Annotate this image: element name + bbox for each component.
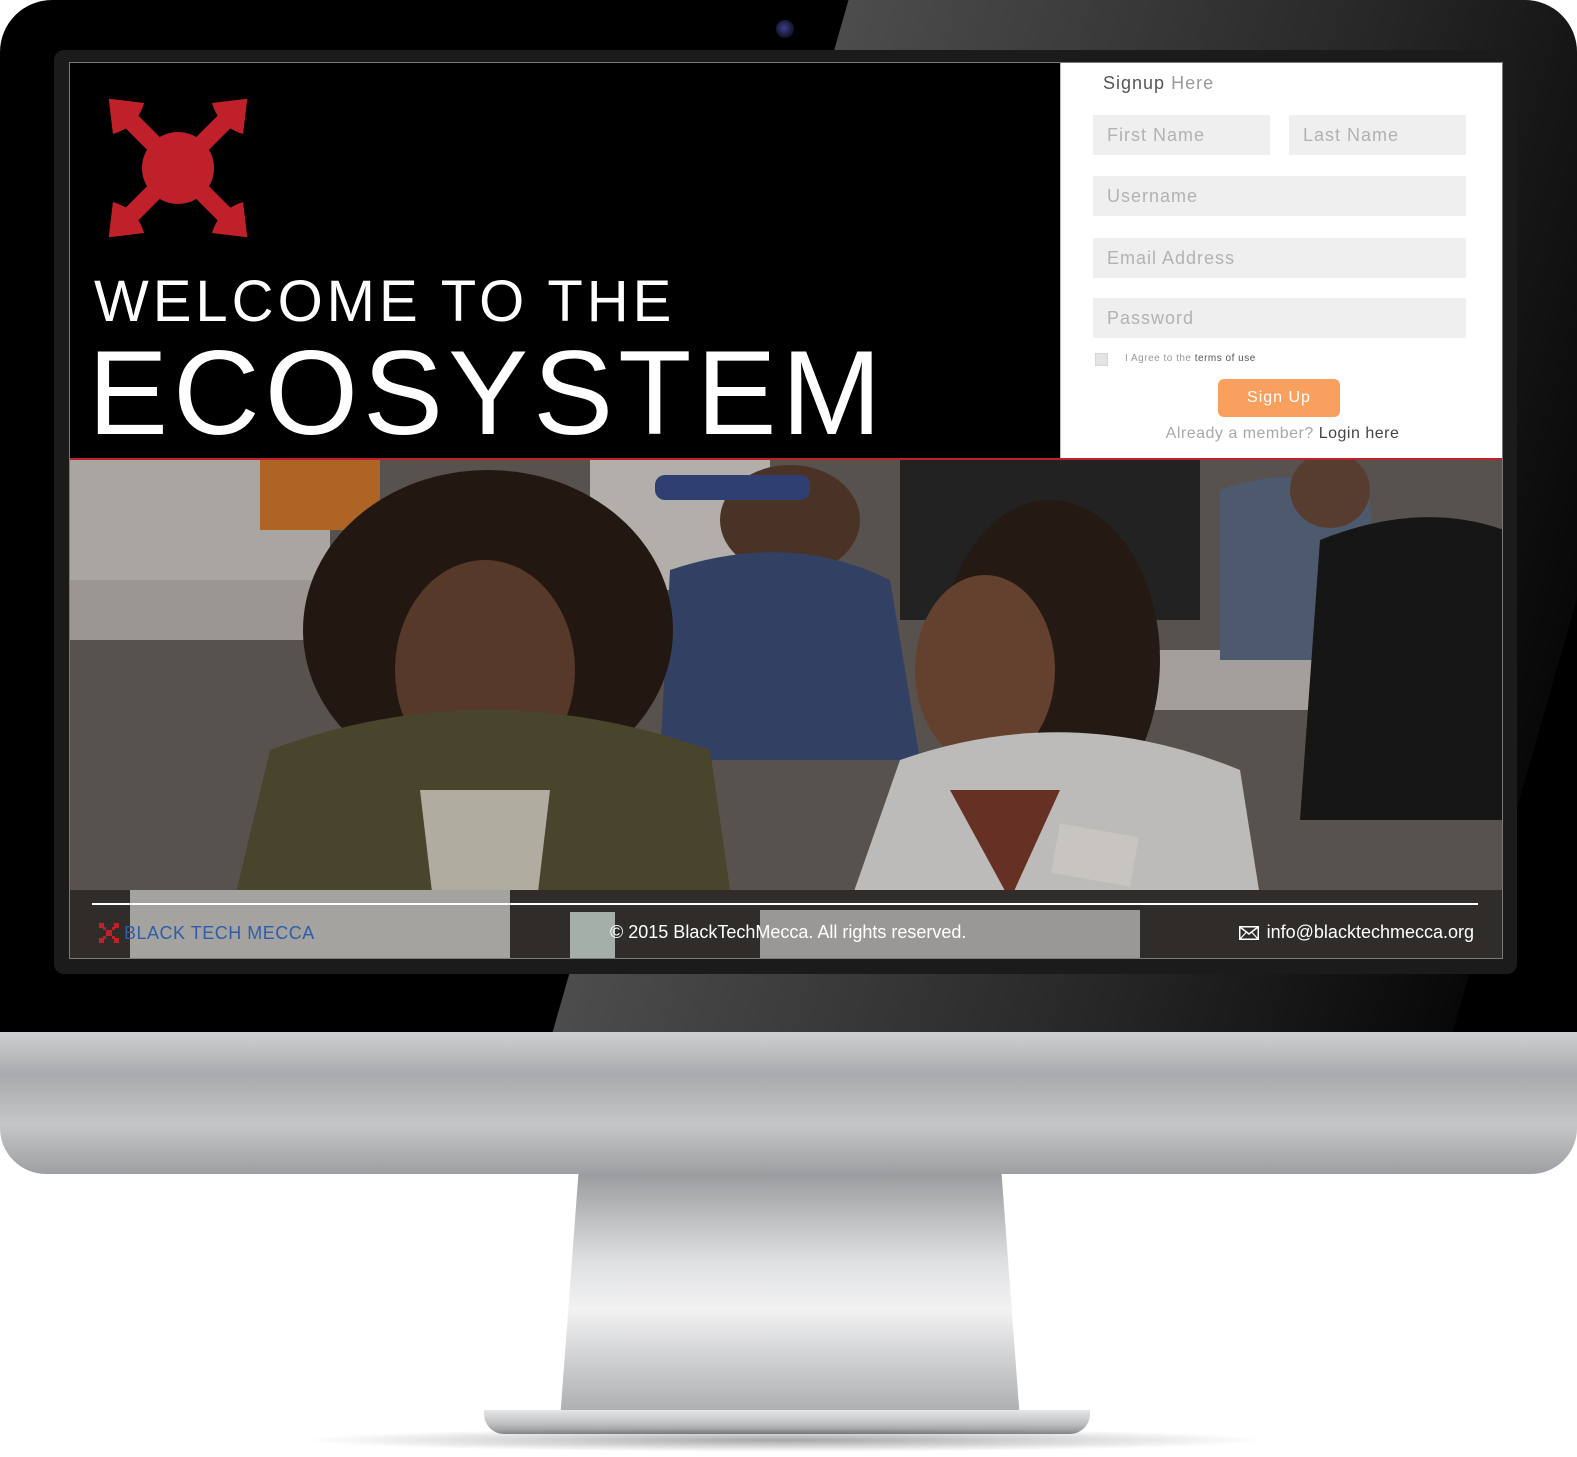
photo-overlay xyxy=(70,460,1502,958)
hero-photo xyxy=(70,460,1502,958)
footer-logo-text: BLACK TECH MECCA xyxy=(124,922,315,943)
last-name-input[interactable] xyxy=(1289,115,1466,155)
email-input[interactable] xyxy=(1093,238,1466,278)
username-input[interactable] xyxy=(1093,176,1466,216)
monitor-stand xyxy=(560,1174,1020,1420)
footer-logo[interactable]: BLACK TECH MECCA xyxy=(98,921,315,945)
copyright-text: © 2015 BlackTechMecca. All rights reserv… xyxy=(610,922,967,942)
monitor-bezel: WELCOME TO THE ECOSYSTEM Signup Here I A… xyxy=(0,0,1577,1032)
contact-email[interactable]: info@blacktechmecca.org xyxy=(1238,922,1474,943)
hero-section: WELCOME TO THE ECOSYSTEM xyxy=(70,63,1060,459)
login-here-link[interactable]: Login here xyxy=(1319,425,1400,442)
signup-form: Signup Here I Agree to the terms of use … xyxy=(1060,63,1502,459)
already-member-text: Already a member? xyxy=(1165,425,1319,442)
signup-title-secondary: Here xyxy=(1165,73,1215,93)
password-input[interactable] xyxy=(1093,298,1466,338)
sign-up-button[interactable]: Sign Up xyxy=(1218,379,1340,417)
first-name-input[interactable] xyxy=(1093,115,1270,155)
signup-title-main: Signup xyxy=(1103,73,1166,93)
terms-of-use-link[interactable]: terms of use xyxy=(1195,353,1256,364)
contact-email-text: info@blacktechmecca.org xyxy=(1266,922,1474,942)
monitor-chin xyxy=(0,1032,1577,1174)
signup-title: Signup Here xyxy=(1103,73,1214,94)
monitor-shadow xyxy=(300,1428,1270,1452)
logo-x-icon[interactable] xyxy=(88,79,268,257)
footer-logo-icon xyxy=(99,923,119,943)
agree-terms-label: I Agree to the terms of use xyxy=(1125,353,1256,364)
login-prompt: Already a member? Login here xyxy=(1061,425,1502,443)
agree-terms-checkbox[interactable] xyxy=(1095,353,1108,366)
mail-icon xyxy=(1238,925,1259,940)
hero-title: ECOSYSTEM xyxy=(88,326,887,460)
hero-welcome-text: WELCOME TO THE xyxy=(94,269,676,334)
footer-divider xyxy=(92,903,1478,905)
screen: WELCOME TO THE ECOSYSTEM Signup Here I A… xyxy=(69,62,1503,959)
camera-icon xyxy=(776,20,794,38)
agree-text: I Agree to the xyxy=(1125,353,1195,364)
